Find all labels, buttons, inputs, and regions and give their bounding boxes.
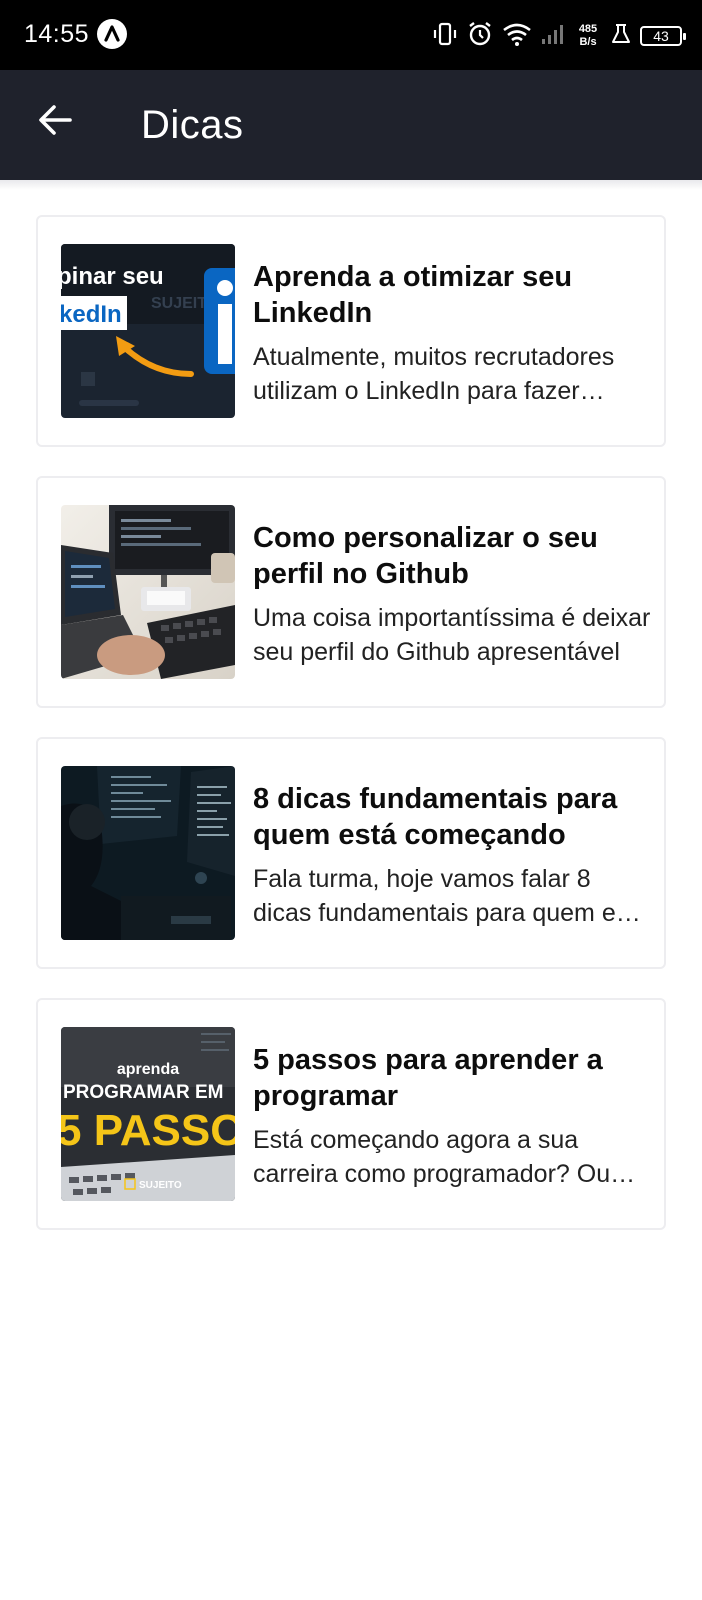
tips-list: pinar seu SUJEITO kedIn Aprenda a otimiz… (36, 215, 666, 1259)
back-button[interactable] (30, 95, 80, 145)
tip-title: 5 passos para aprender a programar (253, 1044, 603, 1112)
app-notification-icon (97, 19, 127, 49)
page-title: Dicas (141, 103, 244, 147)
tip-card[interactable]: Como personalizar o seu perfil no Github… (36, 476, 666, 708)
tip-title: 8 dicas fundamentais para quem está come… (253, 783, 618, 851)
vibrate-icon (432, 21, 458, 52)
thumb-brand: SUJEITO (139, 1180, 182, 1191)
status-time: 14:55 (24, 20, 90, 48)
tip-description: Atualmente, muitos recrutadores utilizam… (253, 343, 615, 405)
tip-card[interactable]: 8 dicas fundamentais para quem está come… (36, 737, 666, 969)
tip-description: Uma coisa importantíssima é deixar seu p… (253, 604, 651, 666)
tip-thumbnail-programmer (61, 766, 235, 940)
arrow-left-icon (39, 105, 72, 135)
tip-thumbnail-5-passos: aprenda PROGRAMAR EM 5 PASSOS SUJEITO (61, 1027, 235, 1201)
status-bar: 14:55 485 B/s 43 (0, 0, 702, 70)
battery-indicator: 43 (640, 26, 686, 46)
thumb-text-line2: PROGRAMAR EM (63, 1082, 223, 1103)
tip-card[interactable]: aprenda PROGRAMAR EM 5 PASSOS SUJEITO 5 … (36, 998, 666, 1230)
tip-thumbnail-linkedin: pinar seu SUJEITO kedIn (61, 244, 235, 418)
network-speed: 485 B/s (578, 23, 598, 48)
wifi-icon (502, 21, 532, 52)
tip-description: Fala turma, hoje vamos falar 8 dicas fun… (253, 865, 650, 927)
signal-icon (540, 21, 566, 52)
tip-thumbnail-github (61, 505, 235, 679)
flask-icon (610, 22, 632, 51)
tip-description: Está começando agora a sua carreira como… (253, 1126, 611, 1188)
thumb-text-line2: kedIn (61, 301, 122, 328)
app-header: Dicas (0, 70, 702, 180)
thumb-text-line3: 5 PASSOS (61, 1106, 235, 1155)
tip-card[interactable]: pinar seu SUJEITO kedIn Aprenda a otimiz… (36, 215, 666, 447)
tip-title: Aprenda a otimizar seu LinkedIn (253, 261, 573, 329)
thumb-text-line1: pinar seu (61, 263, 164, 290)
thumb-text-line1: aprenda (117, 1061, 179, 1078)
tip-title: Como personalizar o seu perfil no Github (253, 522, 598, 590)
alarm-icon (466, 20, 494, 53)
status-icons: 485 B/s 43 (432, 18, 686, 54)
header-shadow (0, 180, 702, 190)
